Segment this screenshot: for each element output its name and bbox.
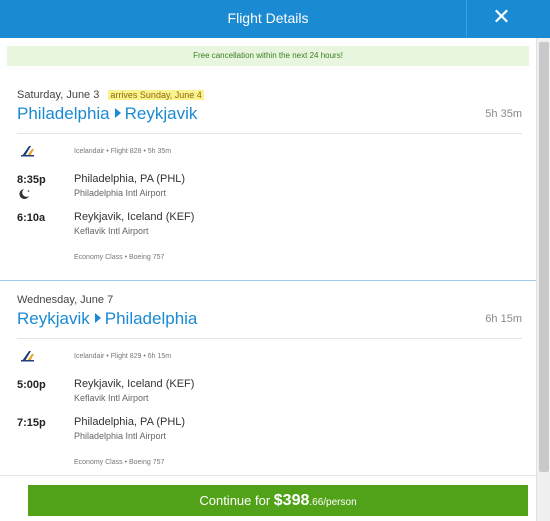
- depart-airport: Philadelphia Intl Airport: [74, 188, 167, 198]
- scrollbar[interactable]: [536, 38, 550, 521]
- continue-button[interactable]: Continue for $398.66/person: [28, 485, 528, 516]
- divider: [17, 133, 522, 134]
- moon-icon: [19, 189, 30, 199]
- airline-logo-icon: [21, 351, 34, 362]
- close-icon[interactable]: ✕: [466, 0, 536, 38]
- cabin-info: Economy Class • Boeing 757: [74, 459, 165, 466]
- continue-label: Continue for: [199, 493, 274, 508]
- leg-date: Wednesday, June 7: [17, 294, 113, 306]
- route-origin: Philadelphia: [17, 104, 110, 123]
- depart-airport: Keflavik Intl Airport: [74, 393, 149, 403]
- free-cancellation-banner: Free cancellation within the next 24 hou…: [7, 46, 529, 66]
- route-destination: Philadelphia: [104, 309, 198, 328]
- airline-logo-icon: [21, 146, 34, 157]
- price-cents: .66: [309, 497, 324, 508]
- route-title: Reykjavik Philadelphia: [17, 309, 197, 329]
- departure-date: Saturday, June 3: [17, 89, 100, 101]
- footer-bar: Continue for $398.66/person: [0, 475, 536, 521]
- price-suffix: /person: [323, 497, 357, 508]
- leg-duration: 6h 15m: [485, 313, 522, 325]
- flight-details-panel[interactable]: Free cancellation within the next 24 hou…: [0, 38, 536, 475]
- route-title: Philadelphia Reykjavik: [17, 104, 197, 124]
- arrive-time: 6:10a: [17, 212, 46, 224]
- divider: [17, 338, 522, 339]
- arrives-next-day-badge: arrives Sunday, June 4: [108, 90, 204, 100]
- header-bar: Flight Details ✕: [0, 0, 550, 38]
- route-origin: Reykjavik: [17, 309, 90, 328]
- arrive-airport: Philadelphia Intl Airport: [74, 431, 167, 441]
- flight-info: Icelandair • Flight 829 • 6h 15m: [74, 353, 172, 360]
- route-arrow-icon: [114, 108, 121, 118]
- depart-time: 5:00p: [17, 379, 46, 391]
- depart-time: 8:35p: [17, 174, 46, 186]
- route-arrow-icon: [94, 313, 101, 323]
- cabin-info: Economy Class • Boeing 757: [74, 254, 165, 261]
- price-amount: $398: [273, 492, 310, 509]
- page-title: Flight Details: [227, 10, 309, 26]
- leg-separator: [0, 280, 536, 281]
- scrollbar-thumb[interactable]: [539, 42, 549, 472]
- leg-date: Saturday, June 3 arrives Sunday, June 4: [17, 89, 204, 101]
- arrive-time: 7:15p: [17, 417, 46, 429]
- leg-duration: 5h 35m: [485, 108, 522, 120]
- flight-info: Icelandair • Flight 828 • 5h 35m: [74, 148, 172, 155]
- depart-city: Philadelphia, PA (PHL): [74, 173, 186, 185]
- arrive-city: Philadelphia, PA (PHL): [74, 416, 186, 428]
- arrive-city: Reykjavik, Iceland (KEF): [74, 211, 195, 223]
- route-destination: Reykjavik: [124, 104, 198, 123]
- arrive-airport: Keflavik Intl Airport: [74, 226, 149, 236]
- depart-city: Reykjavik, Iceland (KEF): [74, 378, 195, 390]
- departure-date: Wednesday, June 7: [17, 294, 114, 306]
